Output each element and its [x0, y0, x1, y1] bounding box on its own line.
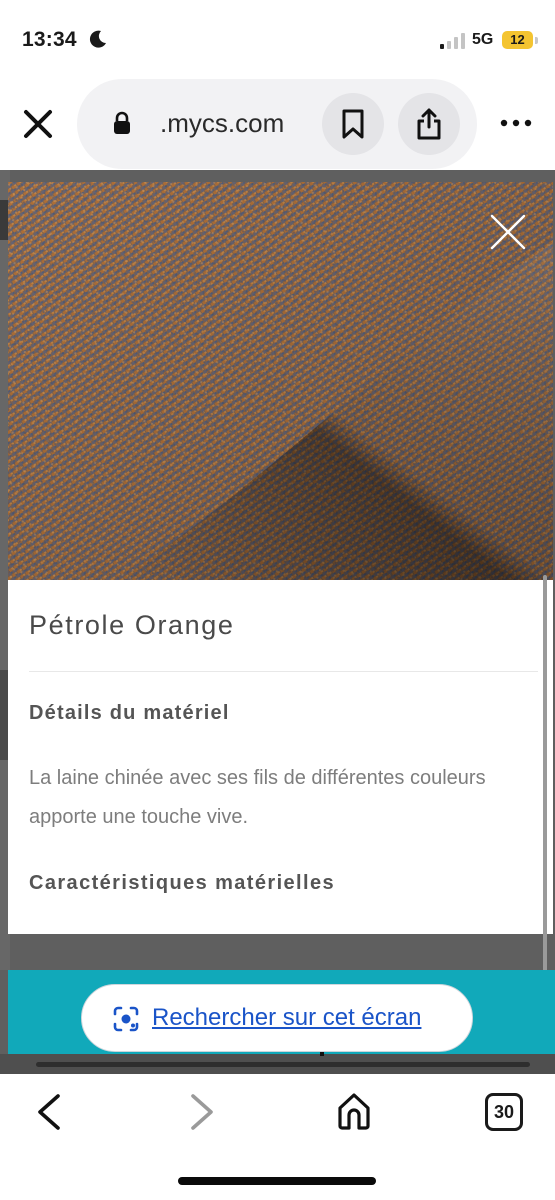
material-description: La laine chinée avec ses fils de différe…: [29, 767, 486, 828]
tabs-button[interactable]: 30: [485, 1093, 523, 1131]
material-details-heading: Détails du matériel: [29, 702, 230, 724]
url-text[interactable]: .mycs.com: [160, 108, 312, 139]
scrollbar[interactable]: [543, 575, 547, 995]
home-indicator[interactable]: [178, 1177, 376, 1185]
signal-icon: [440, 33, 465, 49]
battery-tip: [535, 37, 538, 44]
home-icon[interactable]: [336, 1091, 372, 1131]
web-content: Pétrole Orange Détails du matériel La la…: [0, 170, 555, 1074]
url-domain: .mycs.com: [160, 108, 285, 138]
close-icon[interactable]: [22, 108, 54, 140]
fabric-modal: Pétrole Orange Détails du matériel La la…: [8, 182, 553, 934]
material-features-heading: Caractéristiques matérielles: [29, 872, 336, 894]
more-icon[interactable]: [498, 110, 534, 136]
forward-arrow-icon[interactable]: [187, 1092, 217, 1132]
page-dot: [320, 1052, 324, 1056]
back-arrow-icon[interactable]: [34, 1092, 64, 1132]
background-mark: [0, 200, 8, 240]
search-screen-label: Rechercher sur cet écran: [152, 1004, 422, 1031]
status-bar: 13:34 5G 12: [0, 0, 555, 80]
background-mark: [0, 670, 8, 760]
close-icon[interactable]: [488, 212, 528, 252]
status-time: 13:34: [22, 28, 77, 51]
share-icon: [417, 108, 441, 140]
battery-indicator: 12: [502, 31, 533, 49]
lens-icon: [113, 1006, 139, 1032]
network-label: 5G: [472, 31, 494, 48]
share-button[interactable]: [398, 93, 460, 155]
divider: [29, 671, 538, 672]
lock-icon: [114, 111, 130, 134]
bookmark-button[interactable]: [322, 93, 384, 155]
search-screen-button[interactable]: Rechercher sur cet écran: [81, 984, 473, 1052]
fabric-swatch-image: [8, 182, 553, 580]
bookmark-icon: [342, 109, 364, 139]
product-title: Pétrole Orange: [29, 610, 235, 640]
moon-icon: [89, 30, 106, 48]
page-progress-bar: [36, 1062, 530, 1067]
